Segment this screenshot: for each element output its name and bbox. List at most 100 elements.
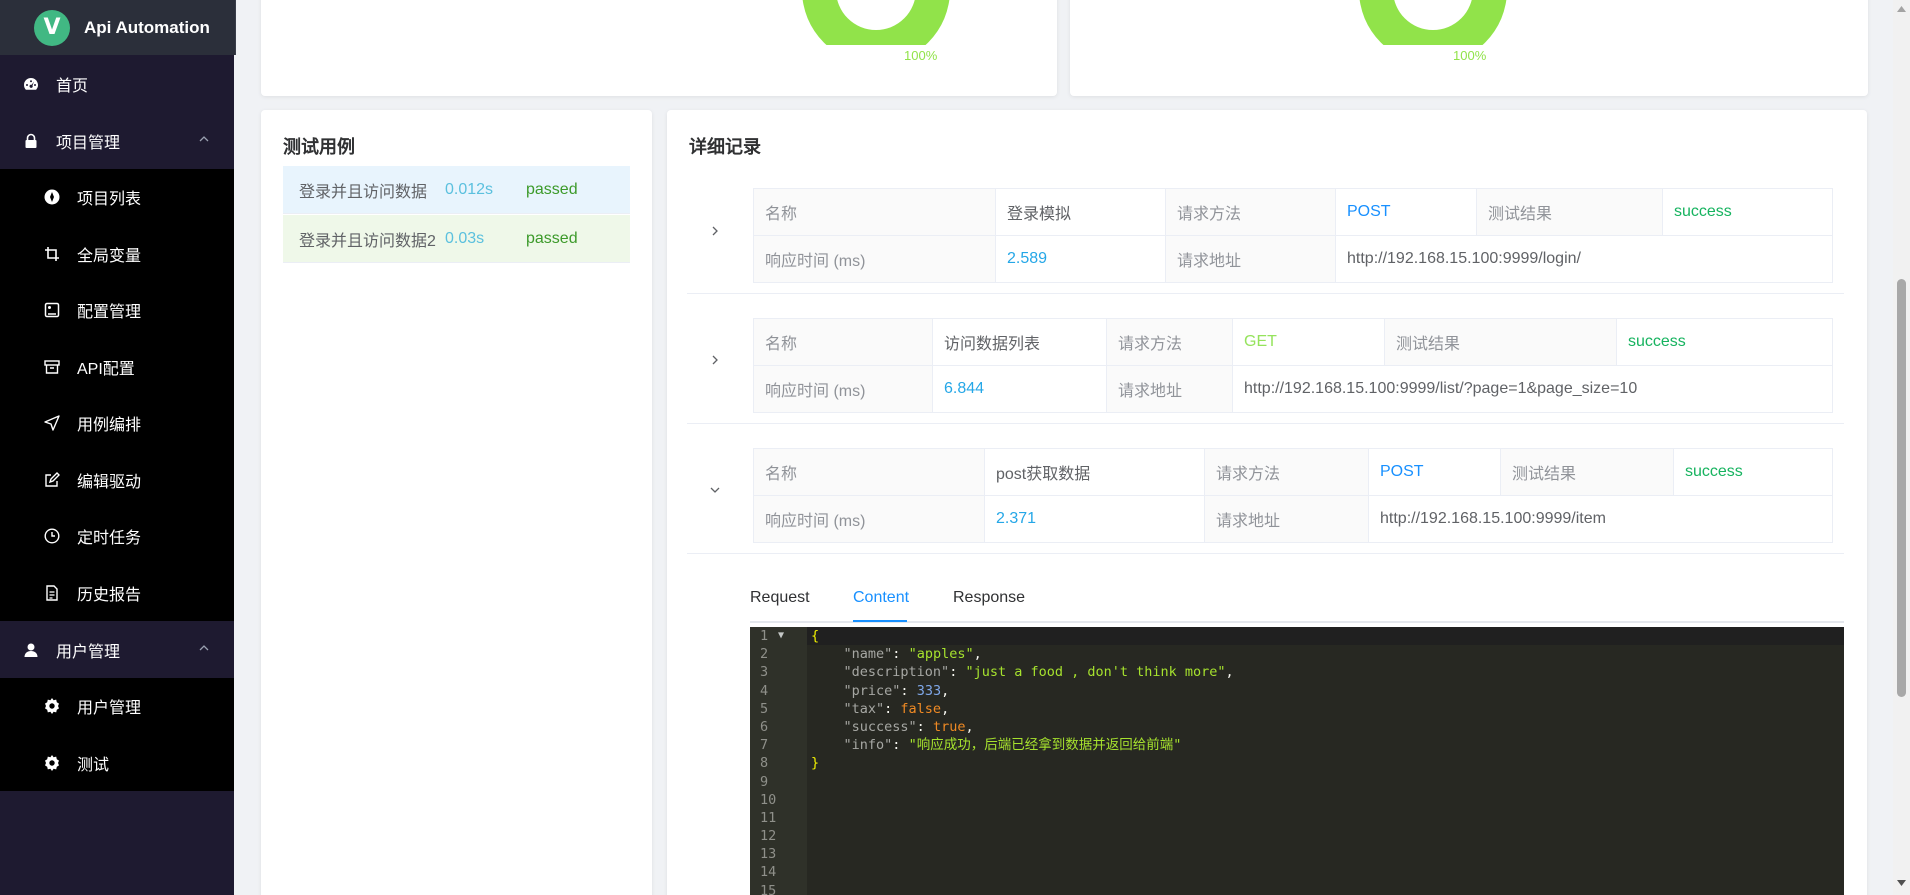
detail-record: 名称 post获取数据 请求方法 POST 测试结果 success 响应时间 … [687, 424, 1844, 554]
label-result: 测试结果 [1476, 188, 1663, 236]
case-status: passed [526, 229, 578, 247]
record-table: 名称 登录模拟 请求方法 POST 测试结果 success 响应时间 (ms)… [753, 188, 1833, 283]
label-result: 测试结果 [1384, 318, 1617, 366]
scroll-up-icon[interactable] [1897, 6, 1906, 12]
app-logo-bar[interactable]: V Api Automation [0, 0, 236, 55]
case-name: 登录并且访问数据2 [299, 232, 436, 250]
value-url: http://192.168.15.100:9999/item [1368, 495, 1833, 543]
sidebar-item-label: 历史报告 [77, 586, 142, 604]
code-line: "info": "响应成功，后端已经拿到数据并返回给前端" [843, 737, 1182, 754]
sidebar-item-case-orchestration[interactable]: 用例编排 [0, 395, 234, 452]
sidebar-item-home[interactable]: 首页 [0, 55, 234, 112]
code-line: "tax": false, [843, 700, 950, 717]
card-title: 测试用例 [283, 137, 355, 157]
active-tab-indicator [853, 620, 907, 622]
detail-record: 名称 登录模拟 请求方法 POST 测试结果 success 响应时间 (ms)… [687, 170, 1844, 294]
value-resp-time: 2.589 [995, 235, 1166, 283]
donut-percent-label: 100% [1453, 48, 1487, 63]
line-number: 13 [760, 846, 777, 863]
gear-icon [43, 754, 61, 772]
label-resp-time: 响应时间 (ms) [753, 495, 985, 543]
table-row[interactable]: 登录并且访问数据 0.012s passed [283, 166, 630, 214]
label-url: 请求地址 [1165, 235, 1336, 283]
sidebar-item-history-reports[interactable]: 历史报告 [0, 565, 234, 622]
sidebar-item-label: API配置 [77, 360, 135, 378]
sidebar-item-edit-driver[interactable]: 编辑驱动 [0, 452, 234, 509]
value-url: http://192.168.15.100:9999/login/ [1335, 235, 1833, 283]
value-name: post获取数据 [984, 448, 1205, 496]
page-scrollbar[interactable] [1893, 0, 1910, 895]
value-name: 访问数据列表 [932, 318, 1107, 366]
line-number: 2 [760, 646, 769, 663]
compass-icon [43, 188, 61, 206]
sidebar-item-global-vars[interactable]: 全局变量 [0, 226, 234, 283]
detail-tabs: Request Content Response [750, 577, 1844, 623]
tab-content[interactable]: Content [853, 589, 909, 607]
chevron-right-icon[interactable] [707, 352, 723, 368]
label-url: 请求地址 [1204, 495, 1369, 543]
chevron-right-icon[interactable] [707, 223, 723, 239]
tab-request[interactable]: Request [750, 589, 810, 607]
sidebar-item-label: 测试 [77, 756, 110, 774]
label-name: 名称 [753, 188, 996, 236]
line-number: 4 [760, 682, 769, 699]
scroll-down-icon[interactable] [1897, 880, 1906, 886]
value-method: POST [1335, 188, 1477, 236]
code-line: "description": "just a food , don't thin… [843, 664, 1234, 681]
user-submenu: 用户管理 测试 [0, 678, 234, 791]
sidebar-group-project[interactable]: 项目管理 [0, 112, 234, 169]
case-time: 0.03s [445, 229, 485, 247]
sidebar-item-scheduled-tasks[interactable]: 定时任务 [0, 508, 234, 565]
line-number: 5 [760, 700, 769, 717]
label-resp-time: 响应时间 (ms) [753, 365, 933, 413]
value-url: http://192.168.15.100:9999/list/?page=1&… [1232, 365, 1833, 413]
json-code-editor[interactable]: 1 ▼ 2 3 4 5 6 7 8 9 10 11 12 13 14 15 { "… [750, 627, 1844, 895]
box-icon [43, 358, 61, 376]
tab-response[interactable]: Response [953, 589, 1025, 607]
test-cases-card: 测试用例 登录并且访问数据 0.012s passed 登录并且访问数据2 0.… [261, 110, 652, 895]
detail-records-card: 详细记录 名称 登录模拟 请求方法 POST 测试结果 success 响应时间… [667, 110, 1867, 895]
sidebar-item-config[interactable]: 配置管理 [0, 282, 234, 339]
line-number: 11 [760, 809, 777, 826]
sidebar-item-project-list[interactable]: 项目列表 [0, 169, 234, 226]
scrollbar-thumb[interactable] [1897, 279, 1906, 697]
label-method: 请求方法 [1165, 188, 1336, 236]
line-number: 3 [760, 664, 769, 681]
donut-percent-label: 100% [904, 48, 938, 63]
edit-icon [43, 471, 61, 489]
line-number: 14 [760, 864, 777, 881]
sidebar-item-label: 首页 [56, 77, 89, 95]
line-number: 9 [760, 773, 769, 790]
sidebar-item-label: 用户管理 [77, 700, 142, 718]
chevron-down-icon[interactable] [707, 482, 723, 498]
value-resp-time: 2.371 [984, 495, 1205, 543]
sidebar-menu: 首页 项目管理 项目列表 全局变量 配置管理 API配置 用例编排 编辑驱动 定… [0, 55, 234, 791]
value-result: success [1616, 318, 1833, 366]
sidebar-item-user-management[interactable]: 用户管理 [0, 678, 234, 735]
sidebar-item-label: 项目列表 [77, 191, 142, 209]
code-line: "price": 333, [843, 682, 950, 699]
app-title: Api Automation [84, 17, 210, 37]
line-number: 8 [760, 755, 769, 772]
clock-icon [43, 527, 61, 545]
crop-icon [43, 245, 61, 263]
sidebar-group-user[interactable]: 用户管理 [0, 621, 234, 678]
editor-gutter: 1 ▼ 2 3 4 5 6 7 8 9 10 11 12 13 14 15 [750, 627, 807, 895]
label-name: 名称 [753, 318, 933, 366]
chevron-up-icon [198, 643, 210, 653]
sidebar-item-api-config[interactable]: API配置 [0, 339, 234, 396]
dashboard-icon [22, 75, 40, 93]
fold-arrow-icon[interactable]: ▼ [778, 627, 784, 645]
label-method: 请求方法 [1204, 448, 1369, 496]
line-number: 12 [760, 828, 777, 845]
value-result: success [1662, 188, 1833, 236]
table-row[interactable]: 登录并且访问数据2 0.03s passed [283, 215, 630, 263]
sidebar-item-test[interactable]: 测试 [0, 735, 234, 792]
card-title: 详细记录 [689, 137, 761, 157]
case-name: 登录并且访问数据 [299, 183, 428, 201]
send-icon [43, 414, 61, 432]
donut-chart-right [1359, 0, 1507, 45]
value-resp-time: 6.844 [932, 365, 1107, 413]
user-icon [22, 641, 40, 659]
label-method: 请求方法 [1106, 318, 1233, 366]
